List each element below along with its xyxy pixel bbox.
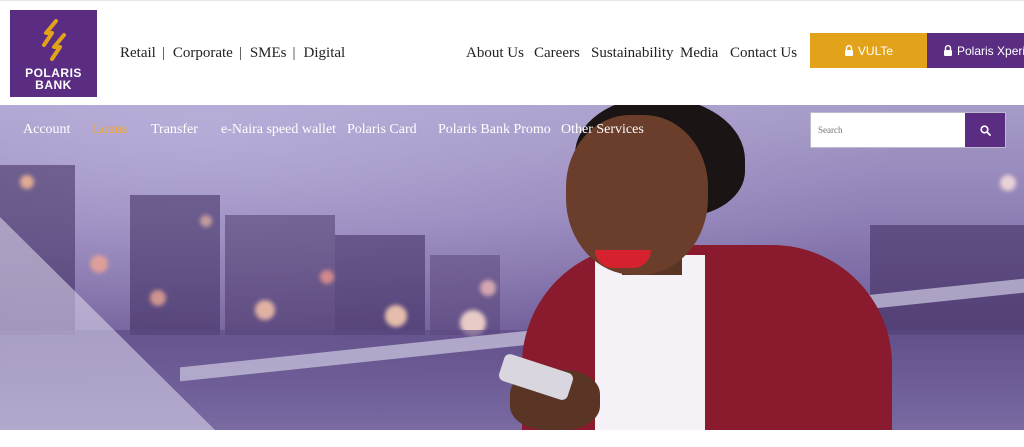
hero-banner: Account Loans Transfer e-Naira speed wal… bbox=[0, 105, 1024, 430]
hero-corner-overlay bbox=[0, 217, 215, 430]
nav-loans[interactable]: Loans bbox=[93, 122, 127, 138]
city-light bbox=[20, 175, 34, 189]
city-building bbox=[335, 235, 425, 335]
city-building bbox=[225, 215, 335, 335]
nav-separator: | bbox=[161, 45, 165, 61]
nav-contact-us[interactable]: Contact Us bbox=[730, 45, 797, 62]
nav-polaris-card[interactable]: Polaris Card bbox=[347, 122, 417, 138]
nav-other-services[interactable]: Other Services bbox=[561, 122, 644, 138]
vulte-button-label: VULTe bbox=[857, 43, 894, 58]
nav-about-us[interactable]: About Us bbox=[466, 45, 524, 62]
nav-polaris-bank-promo[interactable]: Polaris Bank Promo bbox=[438, 122, 551, 138]
polaris-bank-logo[interactable]: POLARIS BANK bbox=[10, 10, 97, 97]
nav-separator: | bbox=[292, 45, 296, 61]
logo-text-bank: BANK bbox=[35, 78, 72, 92]
nav-transfer[interactable]: Transfer bbox=[151, 122, 198, 138]
city-light bbox=[480, 280, 496, 296]
hero-woman-shirt bbox=[595, 255, 705, 430]
segment-nav: Retail | Corporate | SMEs | Digital bbox=[120, 45, 345, 62]
polaris-xperience-button[interactable]: Polaris Xperience bbox=[927, 33, 1024, 68]
nav-careers[interactable]: Careers bbox=[534, 45, 580, 62]
nav-smes[interactable]: SMEs bbox=[250, 45, 287, 62]
nav-digital[interactable]: Digital bbox=[304, 45, 346, 62]
nav-media[interactable]: Media bbox=[680, 45, 718, 62]
city-light bbox=[255, 300, 275, 320]
lock-icon bbox=[844, 45, 853, 56]
city-light bbox=[385, 305, 407, 327]
vulte-button[interactable]: VULTe bbox=[810, 33, 927, 68]
nav-enaira-wallet[interactable]: e-Naira speed wallet bbox=[221, 122, 336, 138]
city-light bbox=[320, 270, 334, 284]
nav-account[interactable]: Account bbox=[23, 122, 70, 138]
search-bar bbox=[810, 112, 1006, 148]
city-light bbox=[1000, 175, 1016, 191]
top-header: POLARIS BANK Retail | Corporate | SMEs |… bbox=[0, 0, 1024, 105]
lightning-logo-icon bbox=[42, 19, 66, 61]
main-nav: Account Loans Transfer e-Naira speed wal… bbox=[0, 105, 1024, 155]
page-bottom bbox=[0, 430, 1024, 447]
nav-separator: | bbox=[238, 45, 242, 61]
search-icon bbox=[979, 124, 991, 136]
nav-corporate[interactable]: Corporate bbox=[173, 45, 233, 62]
nav-retail[interactable]: Retail bbox=[120, 45, 156, 62]
nav-sustainability[interactable]: Sustainability bbox=[591, 45, 674, 62]
search-input[interactable] bbox=[811, 113, 965, 147]
polaris-xperience-button-label: Polaris Xperience bbox=[957, 43, 1024, 58]
lock-icon bbox=[944, 45, 952, 56]
search-button[interactable] bbox=[965, 113, 1005, 147]
